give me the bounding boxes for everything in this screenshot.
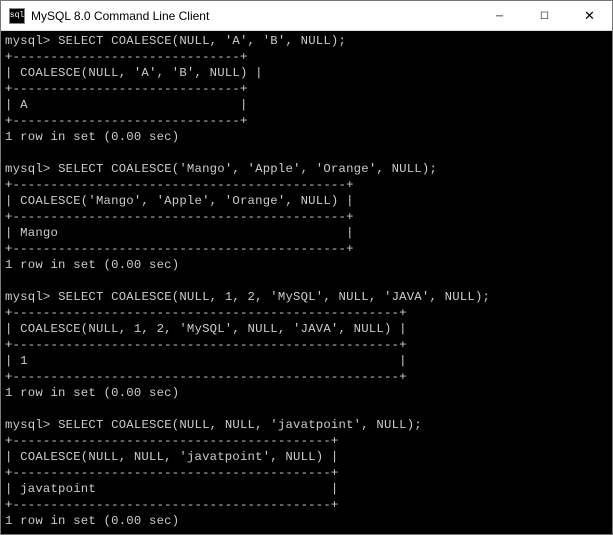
query-line: mysql> SELECT COALESCE(NULL, NULL, 'java… (5, 417, 608, 433)
table-border: +---------------------------------------… (5, 209, 608, 225)
result-footer: 1 row in set (0.00 sec) (5, 257, 608, 273)
minimize-button[interactable]: ─ (477, 1, 522, 31)
app-window: sql MySQL 8.0 Command Line Client ─ ☐ ✕ … (0, 0, 613, 535)
table-border: +------------------------------+ (5, 49, 608, 65)
window-controls: ─ ☐ ✕ (477, 1, 612, 30)
table-border: +---------------------------------------… (5, 305, 608, 321)
table-border: +---------------------------------------… (5, 465, 608, 481)
table-row: | javatpoint | (5, 481, 608, 497)
table-border: +---------------------------------------… (5, 497, 608, 513)
terminal-output[interactable]: mysql> SELECT COALESCE(NULL, 'A', 'B', N… (1, 31, 612, 534)
query-line: mysql> SELECT COALESCE(NULL, 1, 2, 'MySQ… (5, 289, 608, 305)
table-row: | Mango | (5, 225, 608, 241)
window-title: MySQL 8.0 Command Line Client (31, 9, 477, 23)
table-header: | COALESCE(NULL, 1, 2, 'MySQL', NULL, 'J… (5, 321, 608, 337)
close-button[interactable]: ✕ (567, 1, 612, 31)
query-line: mysql> SELECT COALESCE(NULL, 'A', 'B', N… (5, 33, 608, 49)
table-border: +---------------------------------------… (5, 337, 608, 353)
blank-line (5, 273, 608, 289)
table-row: | 1 | (5, 353, 608, 369)
query-line: mysql> SELECT COALESCE('Mango', 'Apple',… (5, 161, 608, 177)
result-footer: 1 row in set (0.00 sec) (5, 513, 608, 529)
table-border: +------------------------------+ (5, 81, 608, 97)
app-icon: sql (9, 8, 25, 24)
result-footer: 1 row in set (0.00 sec) (5, 129, 608, 145)
table-header: | COALESCE(NULL, 'A', 'B', NULL) | (5, 65, 608, 81)
titlebar[interactable]: sql MySQL 8.0 Command Line Client ─ ☐ ✕ (1, 1, 612, 31)
table-border: +---------------------------------------… (5, 241, 608, 257)
table-border: +---------------------------------------… (5, 369, 608, 385)
maximize-button[interactable]: ☐ (522, 1, 567, 31)
blank-line (5, 145, 608, 161)
table-border: +---------------------------------------… (5, 433, 608, 449)
table-border: +---------------------------------------… (5, 177, 608, 193)
table-header: | COALESCE(NULL, NULL, 'javatpoint', NUL… (5, 449, 608, 465)
result-footer: 1 row in set (0.00 sec) (5, 385, 608, 401)
table-header: | COALESCE('Mango', 'Apple', 'Orange', N… (5, 193, 608, 209)
table-row: | A | (5, 97, 608, 113)
blank-line (5, 401, 608, 417)
table-border: +------------------------------+ (5, 113, 608, 129)
